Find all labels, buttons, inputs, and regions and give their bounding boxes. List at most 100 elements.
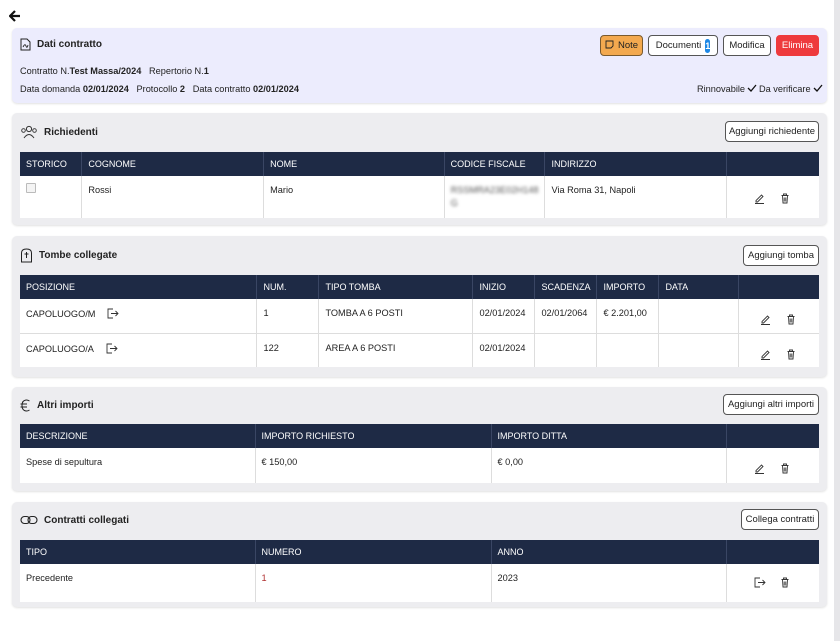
collega-contratti-label: Collega contratti: [745, 514, 815, 525]
link-icon: [20, 514, 38, 526]
page: Dati contratto Note Documenti 1 Modifica…: [0, 0, 834, 641]
data-contratto-value: 02/01/2024: [253, 84, 299, 94]
storico-cell: [20, 176, 83, 218]
posizione-text: CAPOLUOGO/M: [26, 309, 96, 319]
num-cell: 122: [256, 333, 320, 367]
column-header[interactable]: INIZIO: [472, 275, 536, 299]
posizione-text: CAPOLUOGO/A: [26, 343, 94, 354]
table-header-row: STORICO COGNOME NOME CODICE FISCALE INDI…: [20, 152, 819, 176]
cognome-cell: Rossi: [81, 176, 265, 218]
storico-checkbox[interactable]: [26, 183, 36, 193]
tipo-tomba-cell: TOMBA A 6 POSTI: [318, 299, 474, 334]
column-header[interactable]: NOME: [263, 152, 445, 176]
edit-icon[interactable]: [754, 193, 766, 205]
richiedenti-title: Richiedenti: [20, 125, 98, 139]
row-actions: [733, 185, 813, 205]
edit-icon[interactable]: [754, 463, 766, 475]
trash-icon[interactable]: [786, 349, 798, 361]
table-row: Precedente 1 2023: [20, 564, 819, 602]
aggiungi-richiedente-button[interactable]: Aggiungi richiedente: [725, 121, 819, 142]
contratto-value: Test Massa/2024: [69, 66, 142, 76]
repertorio-label: Repertorio N.: [149, 66, 204, 76]
table-header-row: TIPO NUMERO ANNO: [20, 540, 819, 564]
inizio-cell: 02/01/2024: [472, 333, 536, 367]
documenti-button[interactable]: Documenti 1: [648, 35, 718, 56]
column-header[interactable]: INDIRIZZO: [544, 152, 728, 176]
contract-info-line-2: Data domanda 02/01/2024 Protocollo 2 Dat…: [20, 84, 299, 94]
anno-cell: 2023: [491, 564, 727, 602]
note-button-label: Note: [617, 40, 639, 51]
altri-importi-card: Altri importi Aggiungi altri importi DES…: [12, 387, 827, 491]
actions-cell: [726, 448, 819, 483]
column-header[interactable]: CODICE FISCALE: [444, 152, 546, 176]
da-verificare-label: Da verificare: [759, 84, 811, 94]
elimina-button[interactable]: Elimina: [776, 35, 819, 56]
contratti-collegati-table: TIPO NUMERO ANNO Precedente 1 2023: [20, 540, 819, 602]
column-header[interactable]: IMPORTO: [596, 275, 660, 299]
num-cell: 1: [256, 299, 320, 334]
rinnovabile-flag: Rinnovabile: [697, 84, 757, 94]
importo-cell: [596, 333, 660, 367]
trash-icon[interactable]: [786, 314, 798, 326]
altri-importi-title: Altri importi: [20, 399, 94, 412]
column-header[interactable]: IMPORTO DITTA: [491, 424, 727, 448]
inizio-cell: 02/01/2024: [472, 299, 536, 334]
column-header[interactable]: SCADENZA: [534, 275, 598, 299]
column-header[interactable]: STORICO: [20, 152, 83, 176]
scadenza-cell: 02/01/2064: [534, 299, 598, 334]
column-header-actions: [738, 275, 819, 299]
codice-fiscale-line-2: G: [450, 198, 458, 208]
column-header[interactable]: DATA: [658, 275, 740, 299]
column-header[interactable]: ANNO: [491, 540, 727, 564]
column-header[interactable]: POSIZIONE: [20, 275, 258, 299]
column-header[interactable]: DESCRIZIONE: [20, 424, 256, 448]
trash-icon[interactable]: [780, 193, 792, 205]
codice-fiscale-line-1: RSSMRA23E02H148: [450, 185, 539, 195]
open-link-icon[interactable]: [107, 308, 120, 320]
repertorio-value: 1: [203, 66, 209, 76]
data-domanda-value: 02/01/2024: [82, 84, 129, 94]
altri-importi-title-text: Altri importi: [37, 400, 94, 411]
contract-title-text: Dati contratto: [37, 39, 102, 50]
tombe-table: POSIZIONE NUM. TIPO TOMBA INIZIO SCADENZ…: [20, 275, 819, 367]
richiedenti-table: STORICO COGNOME NOME CODICE FISCALE INDI…: [20, 152, 819, 218]
modifica-button[interactable]: Modifica: [723, 35, 771, 56]
contract-info-line-1: Contratto N.Test Massa/2024 Repertorio N…: [20, 66, 209, 76]
trash-icon[interactable]: [780, 577, 792, 589]
column-header[interactable]: NUMERO: [255, 540, 492, 564]
posizione-cell: CAPOLUOGO/A: [20, 333, 258, 367]
aggiungi-tomba-button[interactable]: Aggiungi tomba: [743, 245, 819, 266]
nome-cell: Mario: [263, 176, 445, 218]
contratto-label: Contratto N.: [20, 66, 70, 76]
table-row: Rossi Mario RSSMRA23E02H148 G Via Roma 3…: [20, 176, 819, 218]
open-link-icon[interactable]: [106, 343, 118, 355]
contratti-collegati-title-text: Contratti collegati: [44, 514, 130, 526]
euro-icon: [20, 399, 31, 412]
collega-contratti-button[interactable]: Collega contratti: [741, 509, 819, 530]
table-row: CAPOLUOGO/A 122 AREA A 6 POSTI 02/01/202…: [20, 333, 819, 367]
column-header[interactable]: COGNOME: [81, 152, 265, 176]
open-link-icon[interactable]: [754, 577, 766, 589]
scadenza-cell: [534, 333, 598, 367]
actions-cell: [738, 299, 819, 334]
column-header[interactable]: IMPORTO RICHIESTO: [255, 424, 492, 448]
codice-fiscale-cell: RSSMRA23E02H148 G: [444, 176, 546, 218]
column-header[interactable]: TIPO: [20, 540, 256, 564]
row-actions: [733, 457, 814, 475]
column-header-actions: [726, 424, 819, 448]
edit-icon[interactable]: [760, 314, 772, 326]
column-header[interactable]: NUM.: [256, 275, 320, 299]
back-arrow-icon[interactable]: [8, 10, 23, 22]
actions-cell: [726, 564, 819, 602]
importo-cell: € 2.201,00: [596, 299, 660, 334]
note-icon: [605, 40, 614, 52]
elimina-button-label: Elimina: [781, 40, 814, 51]
trash-icon[interactable]: [780, 463, 792, 475]
edit-icon[interactable]: [760, 349, 772, 361]
row-actions: [745, 308, 813, 326]
note-button[interactable]: Note: [600, 35, 643, 56]
column-header[interactable]: TIPO TOMBA: [318, 275, 474, 299]
aggiungi-altri-importi-button[interactable]: Aggiungi altri importi: [723, 394, 819, 415]
column-header-actions: [726, 152, 819, 176]
data-cell: [658, 333, 740, 367]
